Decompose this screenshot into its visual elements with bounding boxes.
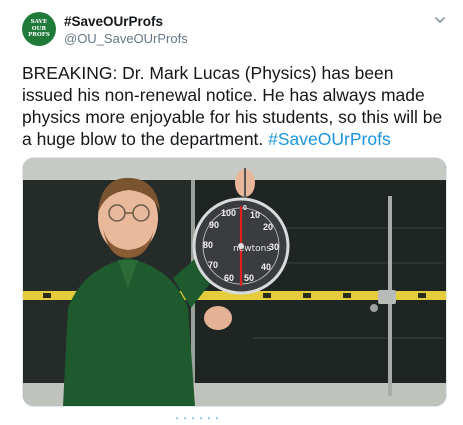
display-name[interactable]: #SaveOUrProfs [64,14,163,29]
dial-number: 60 [224,273,234,283]
tweet-text: BREAKING: Dr. Mark Lucas (Physics) has b… [22,62,447,150]
hashtag-link[interactable]: #SaveOUrProfs [268,129,391,149]
dial-number: 50 [244,273,254,283]
tweet-photo[interactable]: newtons 10 20 30 40 50 60 70 80 90 100 0 [22,157,447,407]
dial-number: 0 [243,205,247,212]
avatar[interactable]: SAVE OUR PROFS [22,12,56,46]
dial-number: 20 [263,222,273,232]
cut-off-link: · · · · · · [175,410,220,425]
tweet-card[interactable]: SAVE OUR PROFS #SaveOUrProfs @OU_SaveOUr… [0,0,463,425]
avatar-logo-text: SAVE OUR PROFS [28,19,50,39]
dial-number: 40 [261,262,271,272]
dial-number: 100 [221,208,236,218]
dial-number: 90 [209,220,219,230]
dial-number: 80 [203,240,213,250]
user-handle[interactable]: @OU_SaveOUrProfs [64,31,188,46]
dial-number: 10 [250,210,260,220]
dial-number: 30 [269,242,279,252]
chevron-down-icon[interactable] [434,14,446,26]
photo-professor-with-scale: newtons 10 20 30 40 50 60 70 80 90 100 0 [23,158,446,406]
dial-number: 70 [208,260,218,270]
dial-brand-label: newtons [233,244,271,254]
